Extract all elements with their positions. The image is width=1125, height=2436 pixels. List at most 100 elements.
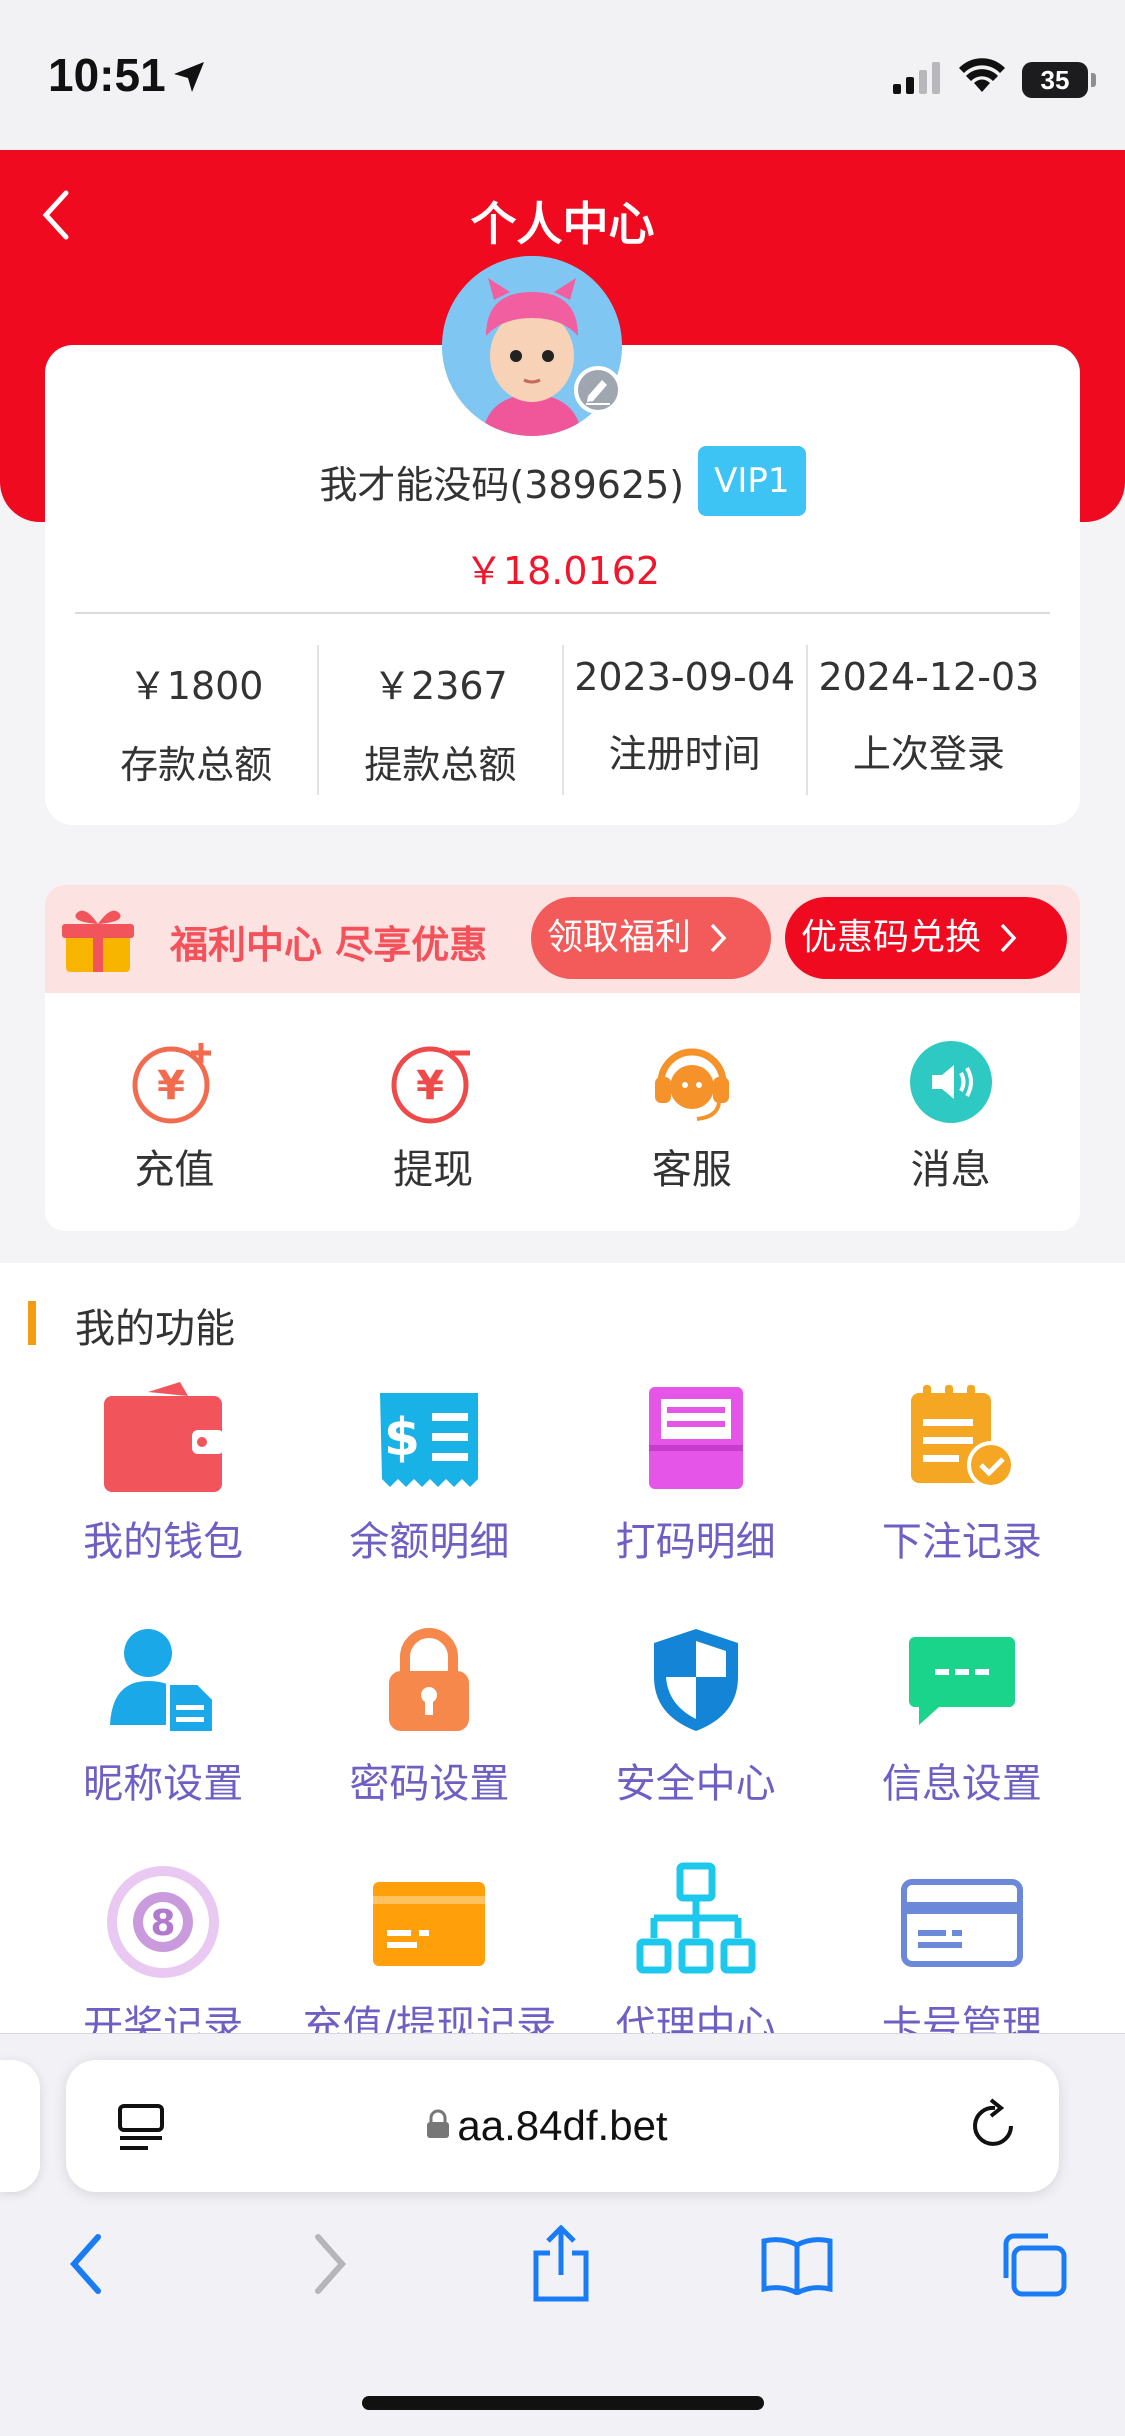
pencil-icon xyxy=(586,380,610,405)
func-label: 打码明细 xyxy=(615,1519,776,1565)
stat-value: ￥2367 xyxy=(373,664,508,708)
func-label: 密码设置 xyxy=(349,1761,510,1807)
func-bet-record[interactable]: 下注记录 xyxy=(829,1373,1095,1583)
home-indicator xyxy=(362,2396,764,2410)
wallet-icon xyxy=(104,1382,225,1492)
username-row: 我才能没码(389625) VIP1 xyxy=(0,446,1125,516)
quick-label: 客服 xyxy=(651,1147,732,1193)
reload-icon[interactable] xyxy=(965,2098,1021,2154)
location-arrow-icon xyxy=(174,62,204,92)
func-recharge-withdraw-record[interactable]: 充值/提现记录 xyxy=(296,1857,562,2033)
svg-text:¥: ¥ xyxy=(416,1063,444,1109)
balance-detail-icon: $ xyxy=(380,1393,479,1487)
welfare-text: 福利中心 尽享优惠 xyxy=(170,923,488,967)
shield-icon xyxy=(653,1629,738,1731)
stat-register-date: 2023-09-04 注册时间 xyxy=(561,645,806,795)
quick-label: 提现 xyxy=(393,1147,474,1193)
func-wallet[interactable]: 我的钱包 xyxy=(30,1373,296,1583)
message-icon xyxy=(909,1041,992,1123)
func-label: 余额明细 xyxy=(349,1519,510,1565)
func-label: 卡号管理 xyxy=(881,2003,1042,2033)
bet-detail-icon xyxy=(648,1387,743,1489)
battery-icon: 35 xyxy=(1022,62,1088,98)
svg-text:¥: ¥ xyxy=(157,1063,185,1109)
lottery-ball-icon: 8 xyxy=(107,1866,220,1978)
func-agent-center[interactable]: 代理中心 xyxy=(563,1857,829,2033)
quick-label: 消息 xyxy=(910,1147,991,1193)
stat-value: 2023-09-04 xyxy=(574,655,796,699)
stat-withdraw-total: ￥2367 提款总额 xyxy=(317,645,561,795)
vip-badge: VIP1 xyxy=(698,446,806,516)
url-text[interactable]: aa.84df.bet xyxy=(0,2102,1125,2150)
username: 我才能没码(389625) xyxy=(319,462,685,507)
claim-welfare-label: 领取福利 xyxy=(547,917,692,958)
promo-code-button[interactable]: 优惠码兑换 xyxy=(785,897,1067,979)
func-label: 充值/提现记录 xyxy=(302,2003,557,2033)
bank-card-icon xyxy=(900,1879,1023,1967)
section-accent-bar xyxy=(28,1301,36,1345)
chat-icon xyxy=(908,1637,1015,1725)
claim-welfare-button[interactable]: 领取福利 xyxy=(531,897,771,979)
functions-section: 我的功能 我的钱包 $ 余额明细 打码明细 下注记录 昵称设置 密码设置 安全中… xyxy=(0,1263,1125,2033)
func-label: 安全中心 xyxy=(615,1761,776,1807)
bet-record-icon xyxy=(910,1385,1015,1489)
stat-label: 提款总额 xyxy=(364,743,517,787)
card-record-icon xyxy=(373,1882,486,1966)
func-card-management[interactable]: 卡号管理 xyxy=(829,1857,1095,2033)
back-icon[interactable] xyxy=(66,2233,106,2295)
stat-last-login: 2024-12-03 上次登录 xyxy=(805,645,1050,795)
share-icon[interactable] xyxy=(530,2225,592,2303)
forward-icon[interactable] xyxy=(310,2233,350,2295)
gift-icon xyxy=(62,910,134,972)
stat-label: 上次登录 xyxy=(852,732,1005,776)
func-info-settings[interactable]: 信息设置 xyxy=(829,1615,1095,1825)
divider xyxy=(75,612,1050,614)
recharge-icon: ¥ xyxy=(132,1043,212,1124)
section-title: 我的功能 xyxy=(75,1306,235,1352)
func-label: 信息设置 xyxy=(881,1761,1042,1807)
func-security[interactable]: 安全中心 xyxy=(563,1615,829,1825)
func-label: 昵称设置 xyxy=(83,1761,244,1807)
svg-text:8: 8 xyxy=(151,1903,176,1944)
promo-code-label: 优惠码兑换 xyxy=(801,917,982,958)
stat-label: 注册时间 xyxy=(608,732,761,776)
stat-value: ￥1800 xyxy=(128,664,264,708)
status-time: 10:51 xyxy=(48,49,166,101)
tabs-icon[interactable] xyxy=(998,2232,1068,2298)
bookmarks-icon[interactable] xyxy=(760,2235,834,2295)
stats-row: ￥1800 存款总额 ￥2367 提款总额 2023-09-04 注册时间 20… xyxy=(75,645,1050,795)
svg-text:$: $ xyxy=(384,1408,420,1468)
stat-deposit-total: ￥1800 存款总额 xyxy=(75,645,317,795)
status-bar xyxy=(0,0,1125,150)
func-label: 代理中心 xyxy=(615,2003,776,2033)
chevron-right-icon xyxy=(1001,923,1017,953)
func-balance-detail[interactable]: $ 余额明细 xyxy=(296,1373,562,1583)
func-label: 我的钱包 xyxy=(83,1519,244,1565)
func-password[interactable]: 密码设置 xyxy=(296,1615,562,1825)
func-label: 下注记录 xyxy=(881,1519,1042,1565)
quick-recharge[interactable]: ¥ 充值 xyxy=(45,993,304,1231)
withdraw-icon: ¥ xyxy=(391,1046,471,1124)
chevron-right-icon xyxy=(711,923,727,953)
func-label: 开奖记录 xyxy=(83,2003,244,2033)
func-lottery-record[interactable]: 8 开奖记录 xyxy=(30,1857,296,2033)
edit-avatar-button[interactable] xyxy=(574,366,622,414)
wifi-icon xyxy=(959,58,1005,92)
func-nickname[interactable]: 昵称设置 xyxy=(30,1615,296,1825)
lock-icon xyxy=(389,1628,470,1731)
battery-cap xyxy=(1091,73,1096,87)
nickname-icon xyxy=(110,1629,217,1735)
stat-label: 存款总额 xyxy=(120,743,273,787)
quick-actions: ¥ 充值 ¥ 提现 客服 消息 xyxy=(45,993,1080,1231)
quick-message[interactable]: 消息 xyxy=(821,993,1080,1231)
page-title: 个人中心 xyxy=(470,197,655,251)
func-bet-detail[interactable]: 打码明细 xyxy=(563,1373,829,1583)
org-chart-icon xyxy=(636,1862,756,1974)
functions-grid: 我的钱包 $ 余额明细 打码明细 下注记录 昵称设置 密码设置 安全中心 信息设… xyxy=(30,1373,1095,2033)
signal-icon xyxy=(893,62,940,94)
quick-label: 充值 xyxy=(134,1147,215,1193)
balance-value: ￥18.0162 xyxy=(464,549,661,593)
quick-support[interactable]: 客服 xyxy=(563,993,822,1231)
quick-withdraw[interactable]: ¥ 提现 xyxy=(304,993,563,1231)
support-icon xyxy=(654,1048,729,1121)
